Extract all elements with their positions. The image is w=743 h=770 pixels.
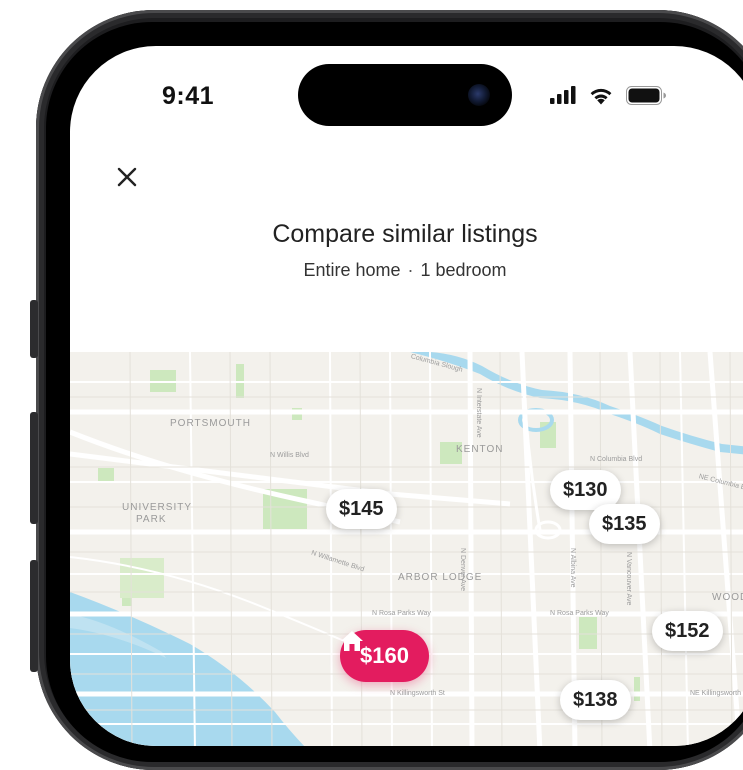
street-label: N Columbia Blvd xyxy=(590,456,643,463)
front-camera xyxy=(468,84,490,106)
listing-subtitle: Entire home · 1 bedroom xyxy=(70,260,740,281)
price-pin[interactable]: $138 xyxy=(560,680,631,720)
street-label: N Willis Blvd xyxy=(270,452,309,459)
phone-volume-up-button xyxy=(30,412,38,524)
property-type: Entire home xyxy=(303,260,401,280)
status-time: 9:41 xyxy=(162,82,215,110)
close-icon xyxy=(117,167,137,187)
map-base xyxy=(70,352,743,746)
phone-screen: 9:41 Compare similar listings Entire hom… xyxy=(70,46,743,746)
street-label: N Rosa Parks Way xyxy=(550,610,609,617)
phone-volume-down-button xyxy=(30,560,38,672)
wifi-icon xyxy=(590,88,612,104)
subtitle-separator: · xyxy=(407,260,414,280)
neighborhood-label: UNIVERSITY xyxy=(122,502,193,513)
neighborhood-label: PORTSMOUTH xyxy=(170,418,251,429)
neighborhood-label: ARBOR LODGE xyxy=(398,572,483,583)
status-icons xyxy=(550,82,666,108)
battery-icon xyxy=(626,85,666,105)
close-button[interactable] xyxy=(112,162,142,192)
street-label: N Rosa Parks Way xyxy=(372,610,431,617)
street-label: NE Killingsworth xyxy=(690,690,741,697)
neighborhood-label: PARK xyxy=(136,514,167,525)
street-label: N Vancouver Ave xyxy=(625,552,632,606)
price-pin[interactable]: $135 xyxy=(589,504,660,544)
price-pin[interactable]: $145 xyxy=(326,489,397,529)
home-icon xyxy=(341,631,363,651)
price-pin[interactable]: $152 xyxy=(652,611,723,651)
neighborhood-label: WOODLAW xyxy=(712,592,743,603)
neighborhood-label: KENTON xyxy=(456,444,504,455)
cellular-signal-icon xyxy=(550,86,576,104)
street-label: N Killingsworth St xyxy=(390,690,445,697)
comparison-map[interactable]: PORTSMOUTH KENTON UNIVERSITY PARK ARBOR … xyxy=(70,352,743,746)
street-label: N Albina Ave xyxy=(569,548,576,588)
bedroom-count: 1 bedroom xyxy=(420,260,507,280)
current-listing-pin[interactable]: $160 xyxy=(340,630,429,682)
page-title: Compare similar listings xyxy=(272,220,538,248)
street-label: N Interstate Ave xyxy=(475,388,482,438)
phone-side-button xyxy=(30,300,38,358)
dynamic-island xyxy=(298,64,512,126)
current-listing-price: $160 xyxy=(360,643,409,668)
street-label: N Denver Ave xyxy=(459,548,466,592)
